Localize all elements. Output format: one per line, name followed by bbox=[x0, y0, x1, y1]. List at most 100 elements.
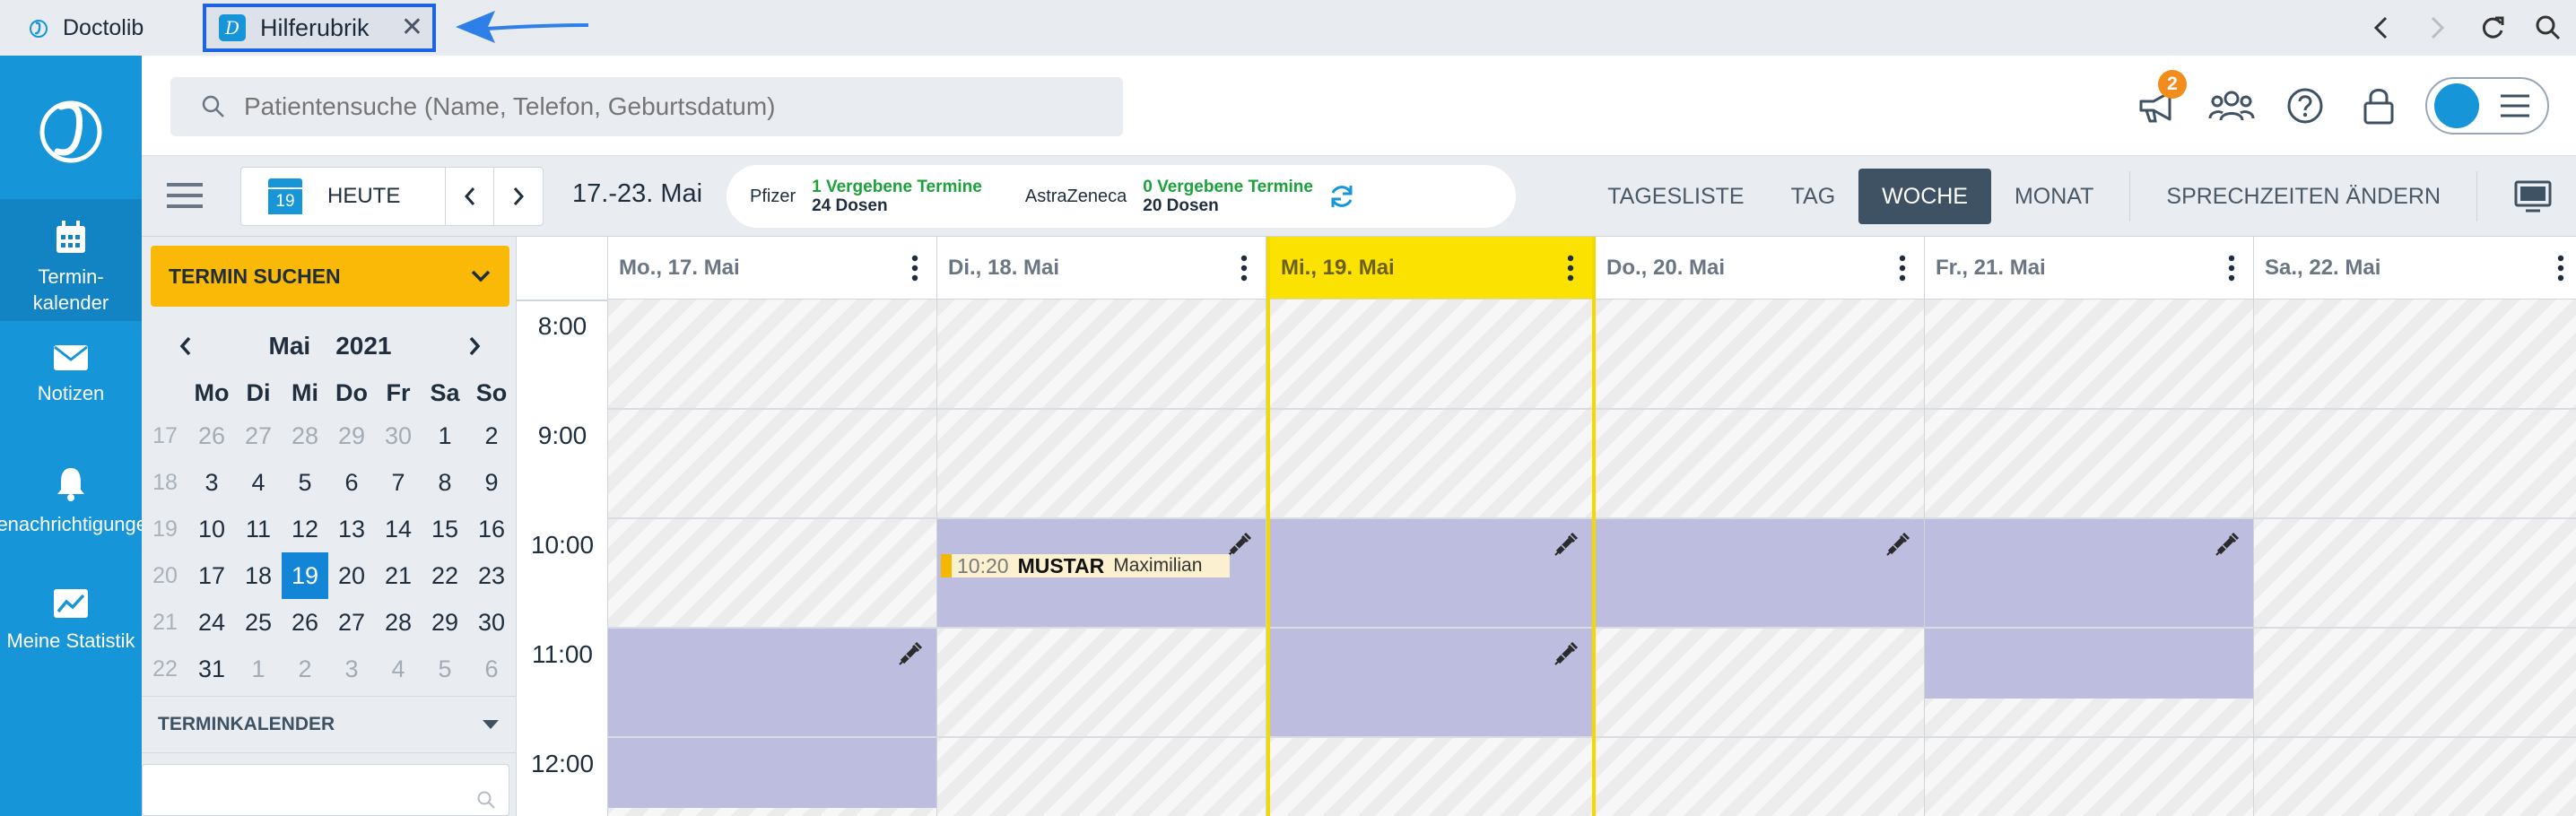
mini-calendar-day[interactable]: 25 bbox=[235, 609, 282, 637]
lock-button[interactable] bbox=[2352, 79, 2406, 133]
mini-calendar-day[interactable]: 24 bbox=[188, 609, 235, 637]
mini-calendar-day[interactable]: 3 bbox=[328, 655, 375, 683]
day-header[interactable]: Do., 20. Mai bbox=[1596, 237, 1924, 299]
mini-calendar-day[interactable]: 26 bbox=[188, 422, 235, 450]
day-header[interactable]: Sa., 22. Mai bbox=[2254, 237, 2576, 299]
day-column[interactable]: Do., 20. Mai bbox=[1596, 237, 1925, 816]
mini-calendar-day[interactable]: 29 bbox=[328, 422, 375, 450]
available-slot[interactable] bbox=[608, 628, 936, 809]
tab-day[interactable]: TAG bbox=[1768, 169, 1859, 224]
mini-calendar-day[interactable]: 31 bbox=[188, 655, 235, 683]
mini-calendar-day[interactable]: 5 bbox=[422, 655, 468, 683]
tab-week[interactable]: WOCHE bbox=[1858, 169, 1991, 224]
mini-calendar-day[interactable]: 29 bbox=[422, 609, 468, 637]
tab-month[interactable]: MONAT bbox=[1991, 169, 2117, 224]
chevron-left-icon[interactable] bbox=[178, 335, 194, 357]
display-mode-button[interactable] bbox=[2490, 169, 2576, 224]
patient-search[interactable] bbox=[170, 77, 1123, 136]
mini-calendar-day[interactable]: 27 bbox=[328, 609, 375, 637]
close-icon[interactable]: ✕ bbox=[401, 13, 423, 43]
next-week-button[interactable] bbox=[494, 168, 543, 225]
more-options-icon[interactable] bbox=[2557, 255, 2564, 282]
mini-calendar-day[interactable]: 6 bbox=[328, 469, 375, 497]
search-icon[interactable] bbox=[2520, 14, 2576, 41]
mini-calendar-day[interactable]: 17 bbox=[188, 562, 235, 590]
mini-calendar-month[interactable]: Mai bbox=[269, 332, 311, 360]
more-options-icon[interactable] bbox=[911, 255, 918, 282]
reload-icon[interactable] bbox=[2465, 14, 2520, 41]
day-header[interactable]: Di., 18. Mai bbox=[937, 237, 1266, 299]
time-slots[interactable] bbox=[1270, 299, 1592, 816]
mini-calendar-day[interactable]: 12 bbox=[282, 516, 328, 543]
mini-calendar-day[interactable]: 1 bbox=[235, 655, 282, 683]
search-input[interactable] bbox=[244, 92, 1051, 121]
mini-calendar-day[interactable]: 30 bbox=[375, 422, 422, 450]
sidebar-item-statistics[interactable]: Meine Statistik bbox=[0, 588, 142, 654]
sidebar-item-calendar[interactable]: Termin- kalender bbox=[0, 199, 142, 321]
mini-calendar-day[interactable]: 28 bbox=[282, 422, 328, 450]
sidebar-item-notes[interactable]: Notizen bbox=[0, 344, 142, 406]
time-slots[interactable] bbox=[1596, 299, 1924, 816]
sidebar-item-notifications[interactable]: Benachrichtigungen bbox=[0, 466, 158, 537]
tab-daylist[interactable]: TAGESLISTE bbox=[1584, 169, 1767, 224]
mini-calendar-day[interactable]: 5 bbox=[282, 469, 328, 497]
forward-icon[interactable] bbox=[2409, 15, 2465, 40]
day-column[interactable]: Mo., 17. Mai bbox=[608, 237, 937, 816]
mini-calendar-day[interactable]: 4 bbox=[235, 469, 282, 497]
mini-calendar-day[interactable]: 1 bbox=[422, 422, 468, 450]
today-button[interactable]: 19 HEUTE bbox=[241, 168, 446, 225]
find-appointment-button[interactable]: TERMIN SUCHEN bbox=[151, 246, 509, 307]
day-header[interactable]: Mo., 17. Mai bbox=[608, 237, 936, 299]
mini-calendar-day[interactable]: 8 bbox=[422, 469, 468, 497]
appointment[interactable]: 10:20 MUSTAR Maximilian bbox=[941, 554, 1230, 577]
time-slots[interactable] bbox=[1925, 299, 2253, 816]
mini-calendar-day[interactable]: 18 bbox=[235, 562, 282, 590]
mini-calendar-day[interactable]: 4 bbox=[375, 655, 422, 683]
vaccine-summary[interactable]: Pfizer 1 Vergebene Termine 24 Dosen Astra… bbox=[727, 165, 1516, 228]
mini-calendar-day-selected[interactable]: 19 bbox=[282, 552, 328, 599]
mini-calendar-day[interactable]: 15 bbox=[422, 516, 468, 543]
mini-calendar-day[interactable]: 22 bbox=[422, 562, 468, 590]
available-slot[interactable] bbox=[1596, 518, 1924, 628]
time-slots[interactable]: 10:20 MUSTAR Maximilian bbox=[937, 299, 1266, 816]
previous-week-button[interactable] bbox=[446, 168, 494, 225]
mini-calendar-day[interactable]: 2 bbox=[282, 655, 328, 683]
mini-calendar-year[interactable]: 2021 bbox=[335, 332, 391, 360]
mini-calendar-day[interactable]: 21 bbox=[375, 562, 422, 590]
mini-calendar-day[interactable]: 23 bbox=[468, 562, 515, 590]
mini-calendar-day[interactable]: 6 bbox=[468, 655, 515, 683]
mini-calendar-day[interactable]: 14 bbox=[375, 516, 422, 543]
day-header[interactable]: Mi., 19. Mai bbox=[1270, 237, 1592, 299]
mini-calendar-day[interactable]: 10 bbox=[188, 516, 235, 543]
help-button[interactable] bbox=[2278, 79, 2332, 133]
mini-calendar-day[interactable]: 28 bbox=[375, 609, 422, 637]
day-column[interactable]: Di., 18. Mai 10:20 MUSTAR Maximilian bbox=[937, 237, 1266, 816]
time-slots[interactable] bbox=[608, 299, 936, 816]
doctolib-app-tab[interactable]: Doctolib bbox=[27, 13, 144, 43]
mini-calendar-day[interactable]: 27 bbox=[235, 422, 282, 450]
change-hours-button[interactable]: SPRECHZEITEN ÄNDERN bbox=[2143, 169, 2464, 224]
mini-calendar-day[interactable]: 20 bbox=[328, 562, 375, 590]
mini-calendar-day[interactable]: 9 bbox=[468, 469, 515, 497]
mini-calendar-day[interactable]: 11 bbox=[235, 516, 282, 543]
day-column[interactable]: Fr., 21. Mai bbox=[1925, 237, 2254, 816]
back-icon[interactable] bbox=[2354, 15, 2409, 40]
more-options-icon[interactable] bbox=[1567, 255, 1574, 282]
account-menu-toggle[interactable] bbox=[2425, 77, 2549, 135]
announcements-button[interactable]: 2 bbox=[2131, 70, 2187, 133]
help-tab[interactable]: D Hilferubrik ✕ bbox=[203, 4, 436, 52]
mini-calendar-day[interactable]: 3 bbox=[188, 469, 235, 497]
calendar-section-header[interactable]: TERMINKALENDER bbox=[142, 696, 517, 753]
mini-calendar-day[interactable]: 13 bbox=[328, 516, 375, 543]
more-options-icon[interactable] bbox=[1240, 255, 1248, 282]
chevron-right-icon[interactable] bbox=[466, 335, 483, 357]
hamburger-icon[interactable] bbox=[165, 178, 205, 213]
more-options-icon[interactable] bbox=[1899, 255, 1906, 282]
mini-calendar-day[interactable]: 7 bbox=[375, 469, 422, 497]
day-column[interactable]: Sa., 22. Mai bbox=[2254, 237, 2576, 816]
mini-calendar-day[interactable]: 26 bbox=[282, 609, 328, 637]
doctolib-logo[interactable] bbox=[0, 56, 142, 199]
day-column-today[interactable]: Mi., 19. Mai bbox=[1266, 237, 1596, 816]
mini-calendar-day[interactable]: 30 bbox=[468, 609, 515, 637]
available-slot[interactable] bbox=[1925, 518, 2253, 699]
